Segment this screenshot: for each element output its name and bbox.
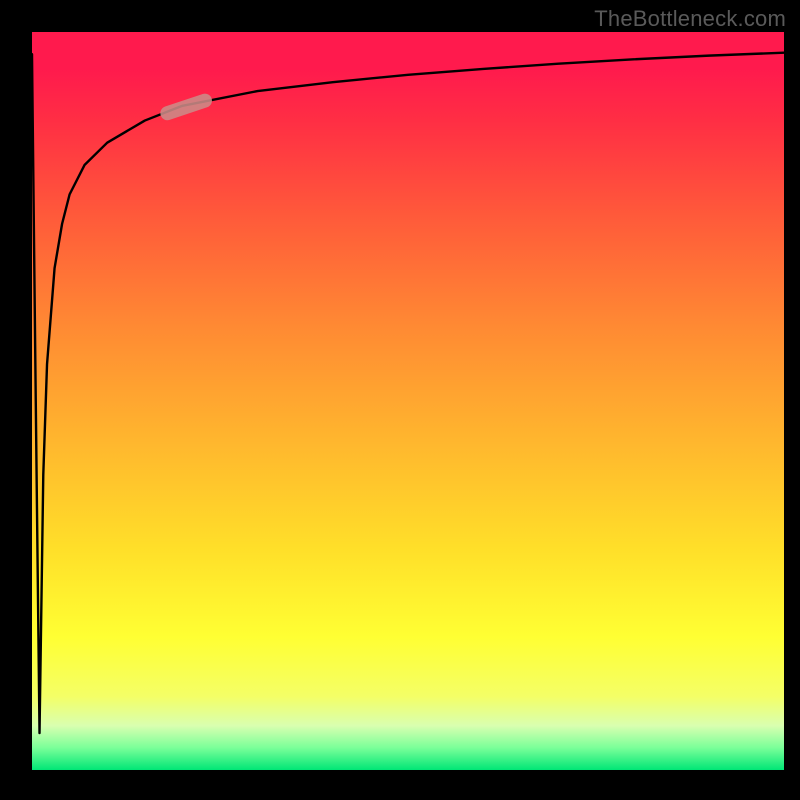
watermark-text: TheBottleneck.com: [594, 6, 786, 32]
plot-area: [32, 32, 784, 770]
gradient-background: [32, 32, 784, 770]
chart-frame: TheBottleneck.com: [0, 0, 800, 800]
